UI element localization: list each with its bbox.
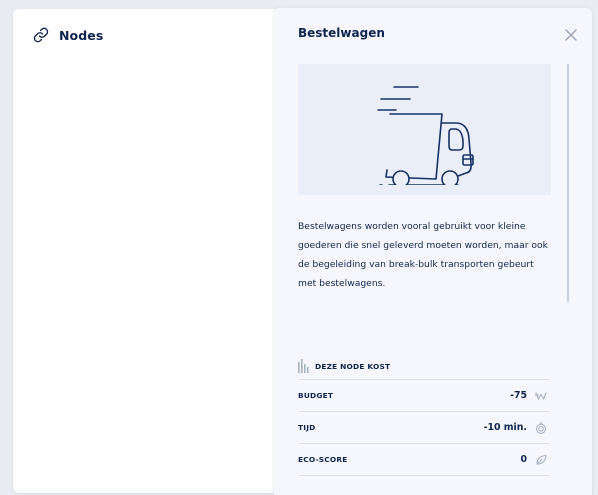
nodes-title: Nodes bbox=[59, 27, 104, 43]
cost-header-label: DEZE NODE KOST bbox=[315, 361, 391, 371]
node-description: Bestelwagens worden vooral gebruikt voor… bbox=[298, 221, 548, 289]
cost-header: DEZE NODE KOST bbox=[298, 353, 549, 380]
scrollbar-thumb[interactable] bbox=[567, 64, 569, 302]
cost-row-time: TIJD -10 min. bbox=[298, 412, 549, 444]
cost-value: -10 min. bbox=[483, 422, 527, 433]
node-illustration bbox=[298, 64, 551, 195]
leaf-icon bbox=[536, 454, 547, 465]
cost-section: DEZE NODE KOST BUDGET -75 TIJD -10 min. bbox=[298, 353, 549, 476]
cost-row-eco-score: ECO-SCORE 0 bbox=[298, 444, 549, 476]
node-detail-panel: Bestelwagen Bestelwagens worden vooral g… bbox=[274, 8, 592, 495]
detail-scroll-area[interactable]: Bestelwagens worden vooral gebruikt voor… bbox=[298, 64, 551, 495]
cost-value: 0 bbox=[520, 454, 527, 465]
bar-chart-icon bbox=[298, 359, 309, 373]
scrollbar[interactable] bbox=[567, 64, 570, 302]
stopwatch-icon bbox=[535, 421, 547, 434]
cost-value: -75 bbox=[510, 390, 527, 401]
cost-label: TIJD bbox=[298, 423, 316, 432]
link-icon bbox=[33, 27, 49, 43]
delivery-van-icon bbox=[376, 85, 474, 185]
cost-label: BUDGET bbox=[298, 391, 334, 400]
close-icon bbox=[565, 29, 577, 41]
nodes-panel: Nodes bbox=[13, 9, 275, 493]
node-title: Bestelwagen bbox=[298, 26, 385, 40]
cost-row-budget: BUDGET -75 bbox=[298, 380, 549, 412]
cost-label: ECO-SCORE bbox=[298, 455, 348, 464]
budget-w-icon bbox=[535, 391, 547, 400]
app-stage: Nodes Bestelwagen Bestelwagens worden vo… bbox=[0, 0, 598, 495]
nodes-header[interactable]: Nodes bbox=[32, 26, 103, 44]
close-button[interactable] bbox=[564, 28, 578, 42]
